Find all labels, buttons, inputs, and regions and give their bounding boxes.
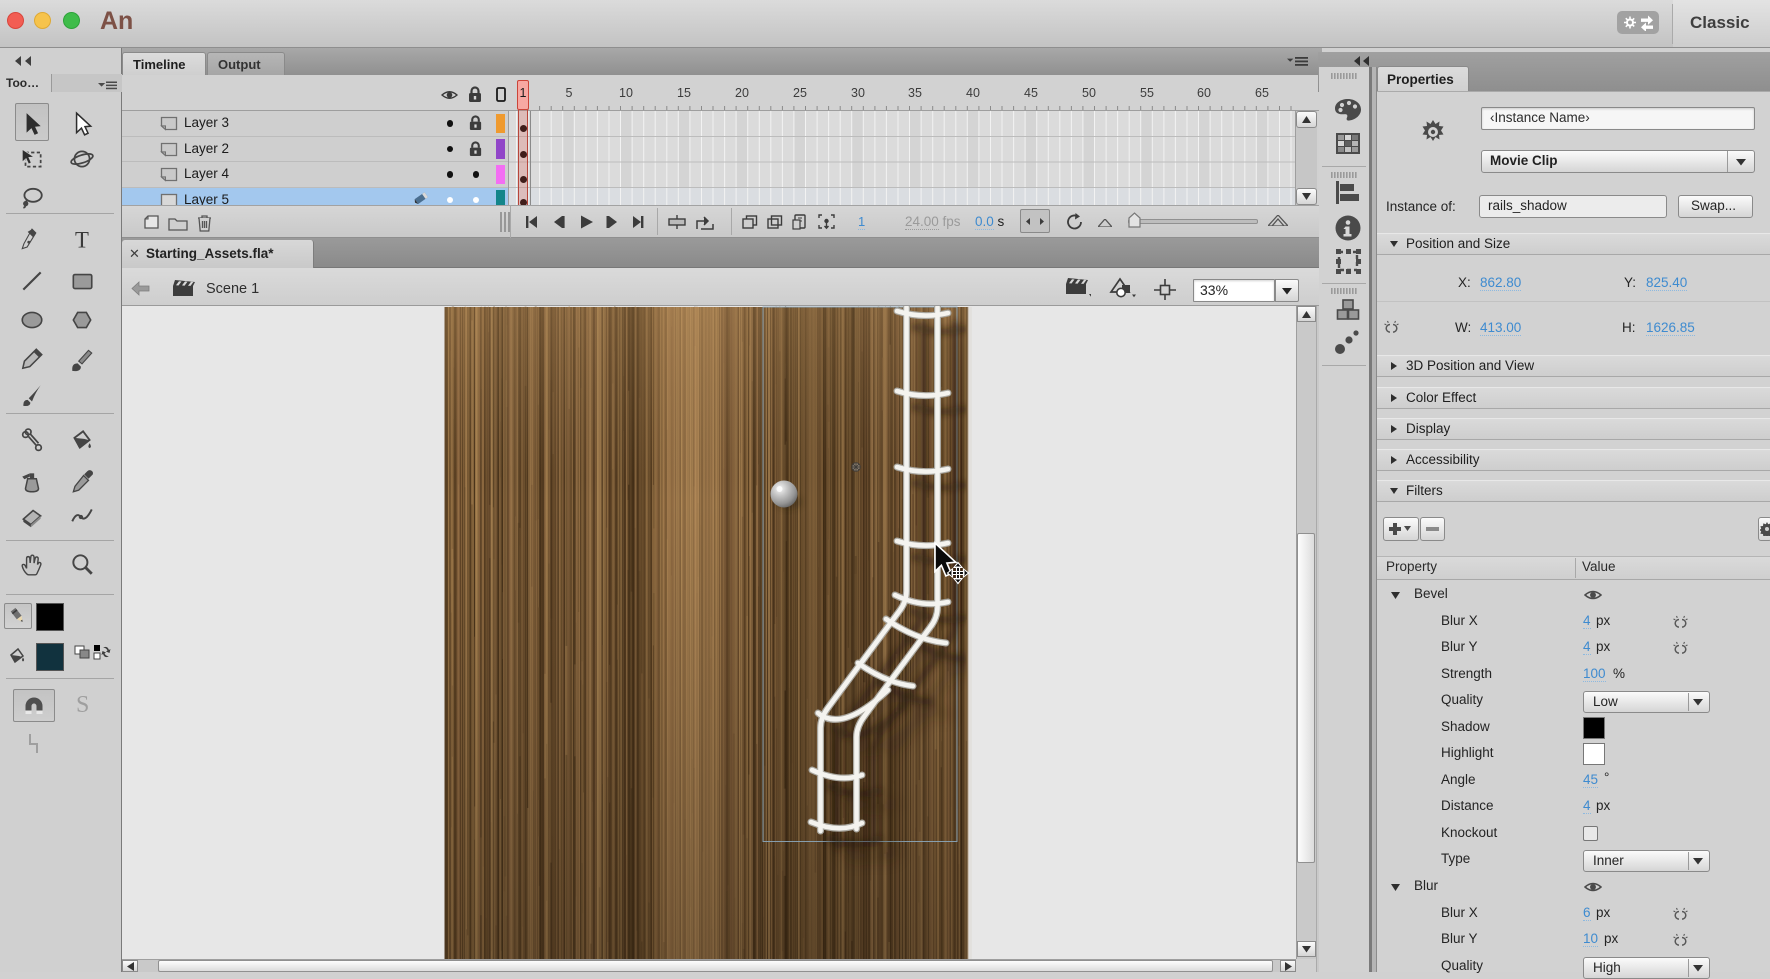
svg-text:T: T	[75, 228, 89, 253]
